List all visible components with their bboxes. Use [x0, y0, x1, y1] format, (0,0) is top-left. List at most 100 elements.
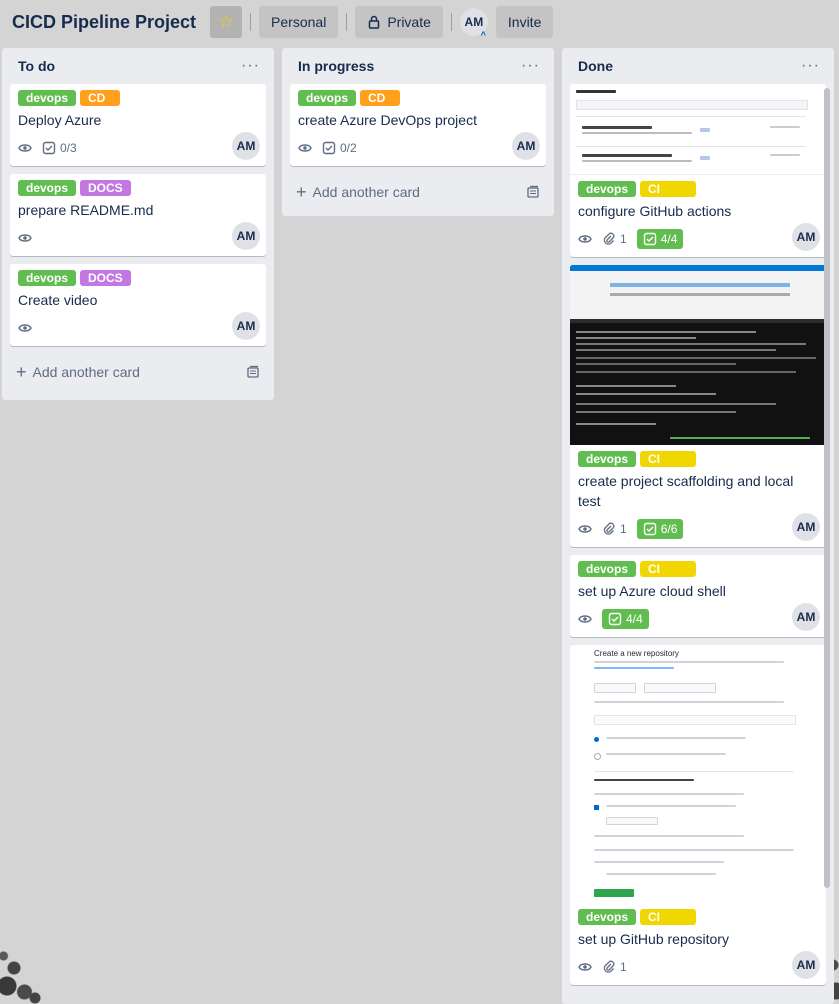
card-cover-image: Create a new repository [570, 645, 826, 903]
label-devops[interactable]: devops [18, 180, 77, 196]
star-button[interactable]: ☆ [210, 6, 243, 38]
watch-icon [18, 231, 32, 245]
label-devops[interactable]: devops [578, 181, 637, 197]
card-deploy-azure[interactable]: devops CD Deploy Azure 0/3 AM [10, 84, 266, 166]
checklist-count: 4/4 [660, 232, 678, 246]
checkbox-icon [42, 141, 56, 155]
workspace-label: Personal [271, 14, 327, 30]
list-done: Done ··· devops CI configure GitHub acti… [562, 48, 834, 1004]
add-card-button[interactable]: + Add another card [10, 354, 266, 390]
checkbox-icon [643, 232, 656, 246]
paperclip-icon [603, 232, 615, 245]
card-template-icon[interactable] [246, 365, 260, 379]
avatar[interactable]: AM [792, 223, 820, 251]
divider [346, 13, 348, 31]
label-docs[interactable]: DOCS [80, 270, 131, 286]
checklist-badge: 0/2 [322, 141, 357, 155]
add-card-label: Add another card [32, 364, 140, 380]
watch-icon [578, 522, 592, 536]
watch-icon [578, 612, 592, 626]
list-scrollbar[interactable] [824, 88, 830, 888]
avatar[interactable]: AM [792, 951, 820, 979]
label-cd[interactable]: CD [80, 90, 121, 106]
thumb-heading: Create a new repository [594, 649, 679, 658]
list-title[interactable]: Done [578, 58, 613, 74]
avatar[interactable]: AM [232, 132, 260, 160]
attachment-count: 1 [620, 960, 627, 974]
card-title: set up Azure cloud shell [578, 583, 726, 599]
list-menu-icon[interactable]: ··· [521, 57, 540, 75]
list-in-progress: In progress ··· devops CD create Azure D… [282, 48, 554, 216]
background-tree [0, 884, 70, 1004]
label-ci[interactable]: CI [640, 561, 697, 577]
avatar[interactable]: AM [232, 312, 260, 340]
checklist-badge: 4/4 [636, 229, 684, 249]
invite-label: Invite [507, 14, 542, 30]
label-ci[interactable]: CI [640, 451, 697, 467]
checkbox-icon [322, 141, 336, 155]
member-initials: AM [464, 15, 484, 29]
label-devops[interactable]: devops [298, 90, 357, 106]
checklist-badge: 0/3 [42, 141, 77, 155]
card-title: Create video [18, 292, 98, 308]
label-devops[interactable]: devops [578, 561, 637, 577]
card-cover-image [570, 84, 826, 175]
board-title[interactable]: CICD Pipeline Project [12, 12, 196, 33]
watch-icon [578, 232, 592, 246]
avatar[interactable]: AM [512, 132, 540, 160]
add-card-button[interactable]: + Add another card [290, 174, 546, 210]
card-title: prepare README.md [18, 202, 154, 218]
invite-button[interactable]: Invite [495, 6, 554, 38]
star-icon: ☆ [218, 12, 234, 31]
card-set-up-azure-cloud-shell[interactable]: devops CI set up Azure cloud shell 4/4 A… [570, 555, 826, 637]
list-menu-icon[interactable]: ··· [241, 57, 260, 75]
card-title: Deploy Azure [18, 112, 102, 128]
checklist-count: 0/2 [340, 141, 357, 155]
label-devops[interactable]: devops [578, 909, 637, 925]
checkbox-icon [608, 612, 622, 626]
label-devops[interactable]: devops [578, 451, 637, 467]
avatar[interactable]: AM [792, 513, 820, 541]
attachment-count: 1 [620, 232, 627, 246]
label-cd[interactable]: CD [360, 90, 401, 106]
label-docs[interactable]: DOCS [80, 180, 131, 196]
board-header: CICD Pipeline Project ☆ Personal Private… [0, 0, 839, 44]
card-create-video[interactable]: devops DOCS Create video AM [10, 264, 266, 346]
avatar[interactable]: AM [792, 603, 820, 631]
card-cover-image [570, 265, 826, 445]
label-ci[interactable]: CI [640, 909, 697, 925]
attachment-badge: 1 [602, 522, 627, 536]
watch-icon [578, 960, 592, 974]
divider [250, 13, 252, 31]
watch-icon [18, 321, 32, 335]
checklist-count: 4/4 [626, 612, 643, 626]
watch-icon [298, 141, 312, 155]
attachment-badge: 1 [602, 960, 627, 974]
card-create-azure-devops[interactable]: devops CD create Azure DevOps project 0/… [290, 84, 546, 166]
attachment-count: 1 [620, 522, 627, 536]
card-title: create project scaffolding and local tes… [578, 473, 794, 509]
card-set-up-github-repository[interactable]: Create a new repository devops CI set up… [570, 645, 826, 985]
list-title[interactable]: In progress [298, 58, 374, 74]
avatar[interactable]: AM [232, 222, 260, 250]
checklist-count: 6/6 [660, 522, 678, 536]
member-avatar[interactable]: AM ^ [459, 8, 488, 40]
workspace-button[interactable]: Personal [259, 6, 339, 38]
attachment-badge: 1 [602, 232, 627, 246]
paperclip-icon [603, 960, 615, 973]
paperclip-icon [603, 522, 615, 535]
label-ci[interactable]: CI [640, 181, 697, 197]
visibility-button[interactable]: Private [355, 6, 443, 38]
label-devops[interactable]: devops [18, 270, 77, 286]
visibility-label: Private [387, 14, 431, 30]
list-menu-icon[interactable]: ··· [801, 57, 820, 75]
card-title: set up GitHub repository [578, 931, 729, 947]
checklist-badge: 6/6 [636, 519, 684, 539]
list-title[interactable]: To do [18, 58, 55, 74]
card-prepare-readme[interactable]: devops DOCS prepare README.md AM [10, 174, 266, 256]
card-create-project-scaffolding[interactable]: devops CI create project scaffolding and… [570, 265, 826, 547]
watch-icon [18, 141, 32, 155]
card-template-icon[interactable] [526, 185, 540, 199]
label-devops[interactable]: devops [18, 90, 77, 106]
card-configure-github-actions[interactable]: devops CI configure GitHub actions 1 4/4… [570, 84, 826, 257]
